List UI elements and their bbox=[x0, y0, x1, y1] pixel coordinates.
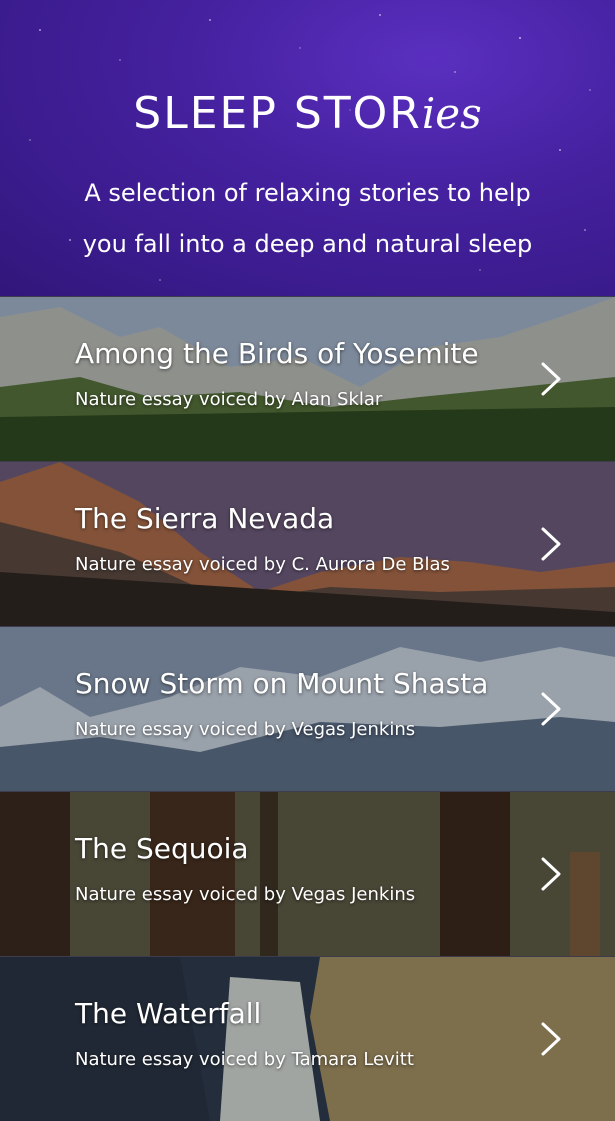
stories-list: Among the Birds of Yosemite Nature essay… bbox=[0, 296, 615, 1121]
story-title: The Waterfall bbox=[75, 997, 262, 1030]
story-description: Nature essay voiced by C. Aurora De Blas bbox=[75, 554, 450, 575]
story-description: Nature essay voiced by Alan Sklar bbox=[75, 389, 383, 410]
title-plain-part: SLEEP STOR bbox=[133, 88, 422, 139]
story-description: Nature essay voiced by Vegas Jenkins bbox=[75, 884, 416, 905]
chevron-right-icon bbox=[541, 692, 561, 726]
chevron-right-icon bbox=[541, 362, 561, 396]
story-row[interactable]: The Sierra Nevada Nature essay voiced by… bbox=[0, 461, 615, 626]
header: SLEEP STORies A selection of relaxing st… bbox=[0, 0, 615, 296]
story-row[interactable]: The Sequoia Nature essay voiced by Vegas… bbox=[0, 791, 615, 956]
story-overlay bbox=[0, 462, 615, 626]
title-script-part: ies bbox=[421, 89, 482, 138]
story-row[interactable]: Among the Birds of Yosemite Nature essay… bbox=[0, 296, 615, 461]
chevron-right-icon bbox=[541, 527, 561, 561]
story-title: Among the Birds of Yosemite bbox=[75, 337, 479, 370]
chevron-right-icon bbox=[541, 857, 561, 891]
story-title: The Sequoia bbox=[75, 832, 249, 865]
story-overlay bbox=[0, 957, 615, 1121]
page-title: SLEEP STORies bbox=[0, 88, 615, 139]
page-subtitle: A selection of relaxing stories to help … bbox=[82, 179, 533, 258]
story-description: Nature essay voiced by Tamara Levitt bbox=[75, 1049, 414, 1070]
story-title: The Sierra Nevada bbox=[75, 502, 335, 535]
story-overlay bbox=[0, 627, 615, 791]
chevron-right-icon bbox=[541, 1022, 561, 1056]
story-overlay bbox=[0, 792, 615, 956]
story-title: Snow Storm on Mount Shasta bbox=[75, 667, 489, 700]
story-row[interactable]: Snow Storm on Mount Shasta Nature essay … bbox=[0, 626, 615, 791]
story-row[interactable]: The Waterfall Nature essay voiced by Tam… bbox=[0, 956, 615, 1121]
story-overlay bbox=[0, 297, 615, 461]
story-description: Nature essay voiced by Vegas Jenkins bbox=[75, 719, 416, 740]
